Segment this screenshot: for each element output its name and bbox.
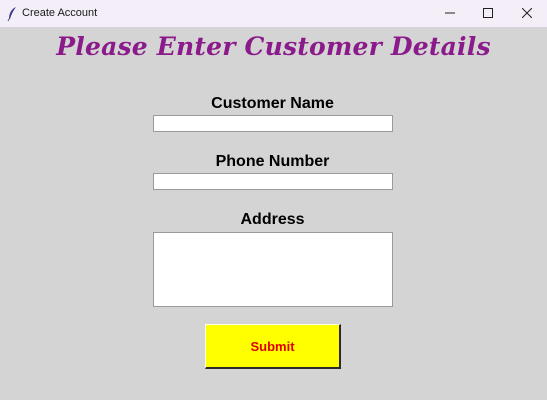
- page-title: Please Enter Customer Details: [56, 32, 491, 61]
- address-textarea[interactable]: [153, 232, 393, 307]
- maximize-button[interactable]: [468, 0, 508, 28]
- window-title: Create Account: [22, 7, 98, 19]
- submit-button[interactable]: Submit: [205, 324, 341, 369]
- close-button[interactable]: [507, 0, 547, 28]
- customer-name-label: Customer Name: [211, 95, 334, 112]
- address-label: Address: [240, 211, 305, 228]
- minimize-button[interactable]: [430, 0, 470, 28]
- close-icon: [521, 5, 533, 23]
- customer-name-input[interactable]: [153, 115, 393, 132]
- title-bar[interactable]: Create Account: [0, 0, 547, 28]
- minimize-icon: [445, 5, 455, 23]
- feather-icon: [6, 6, 18, 22]
- phone-number-input[interactable]: [153, 173, 393, 190]
- phone-number-label: Phone Number: [215, 153, 330, 170]
- create-account-window: Create Account Please Enter Customer Det…: [0, 0, 547, 400]
- maximize-icon: [483, 5, 493, 23]
